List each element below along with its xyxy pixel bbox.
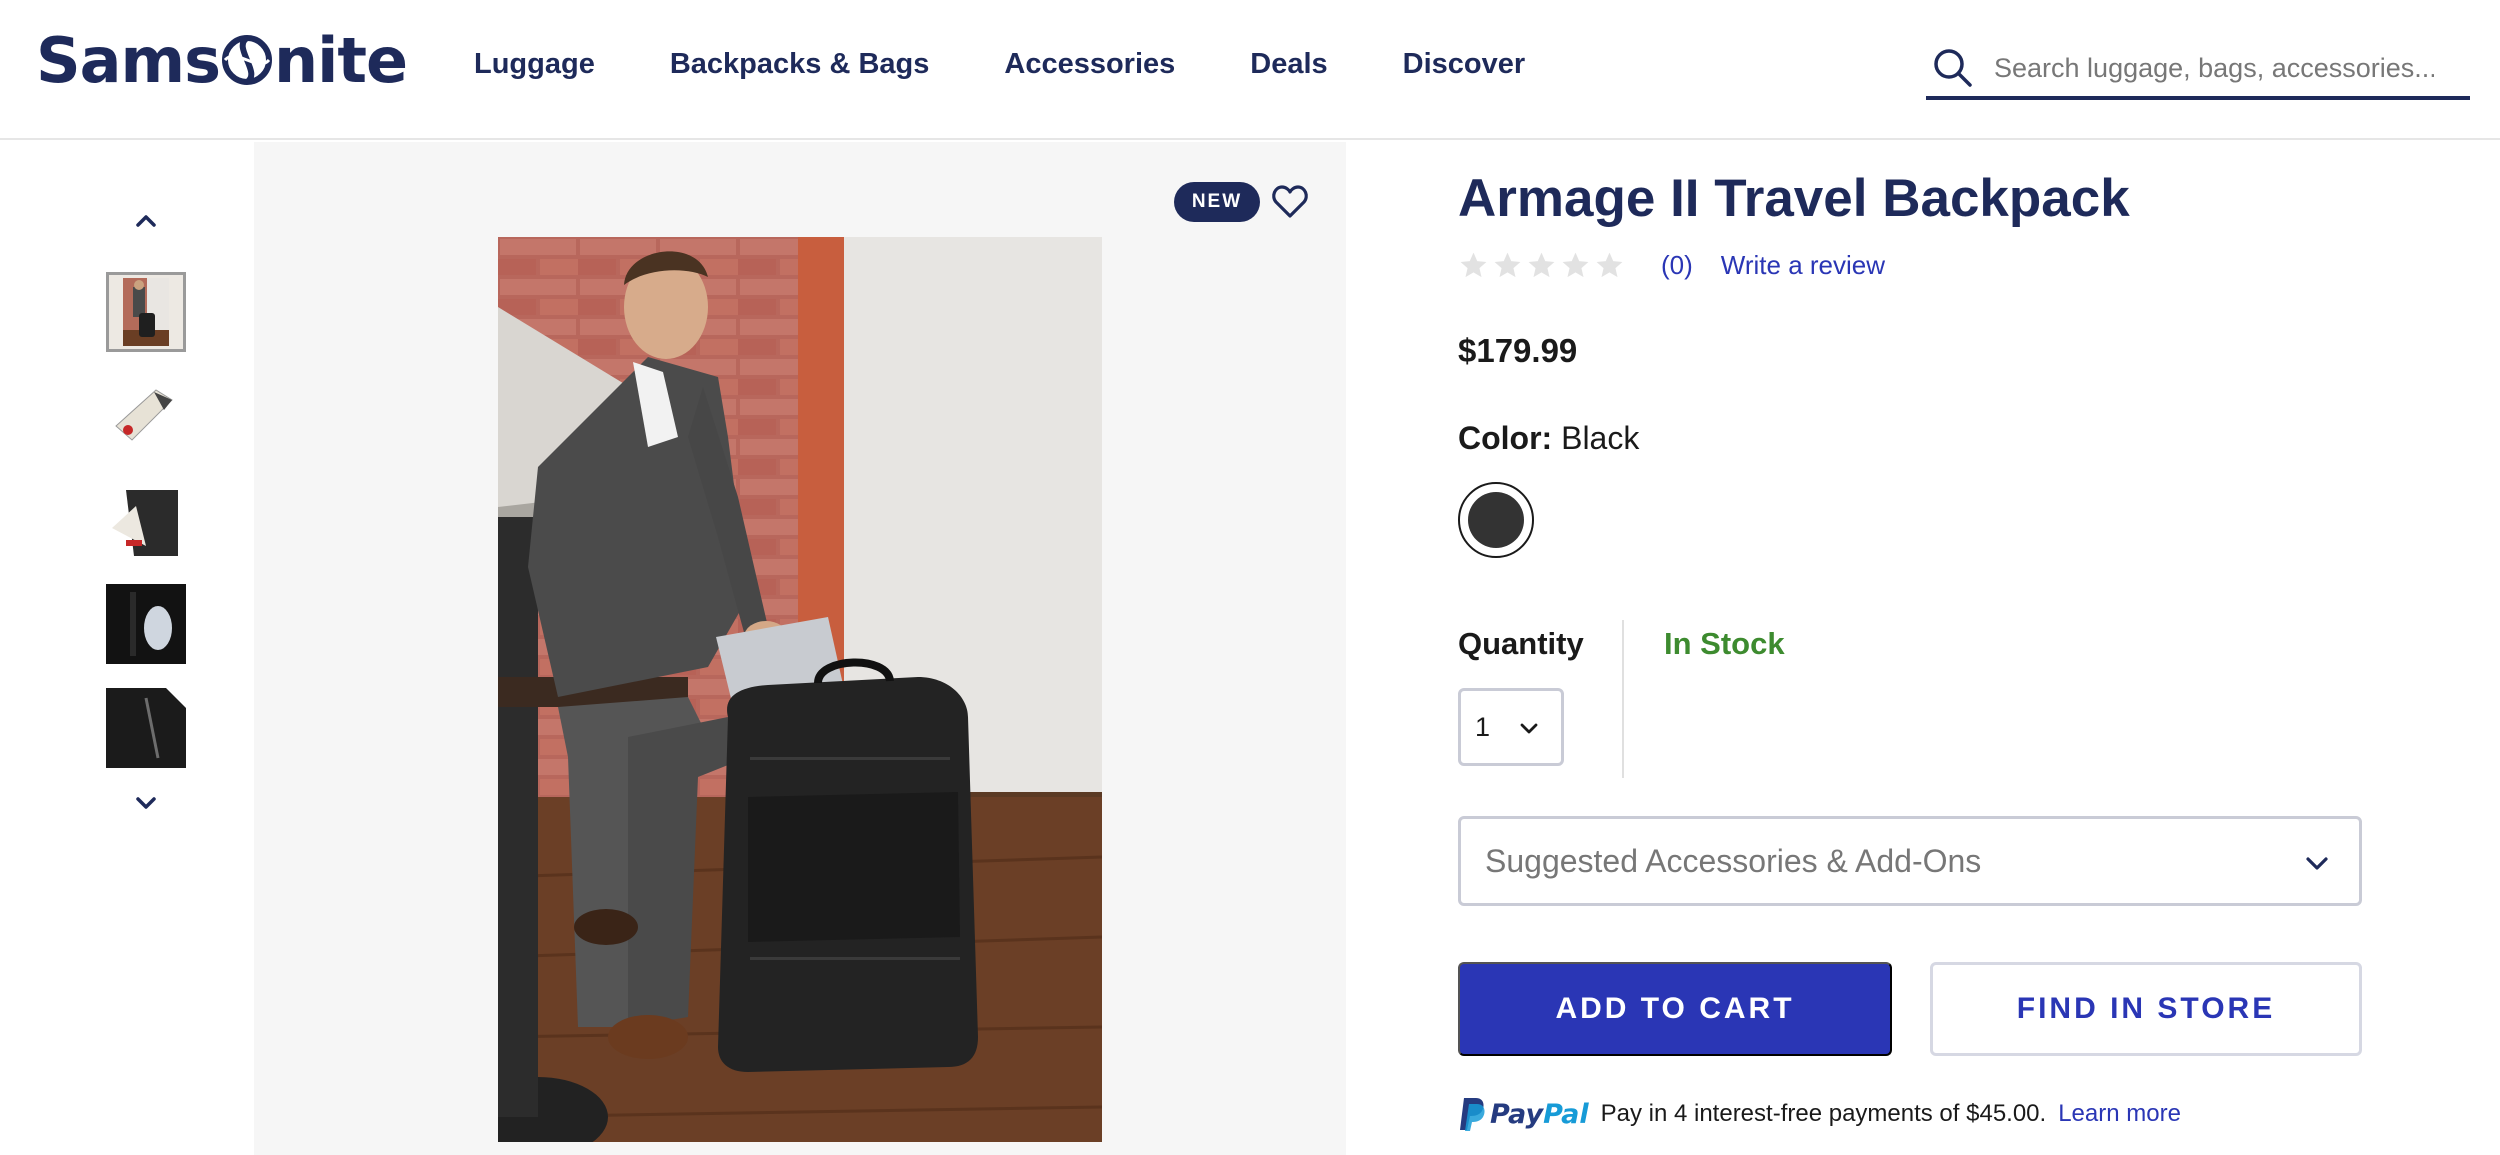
star-icon [1494,252,1521,278]
color-value: Black [1561,420,1640,456]
write-review-link[interactable]: Write a review [1721,250,1885,281]
quantity-select[interactable]: 1 [1458,688,1564,766]
thumbnail-rail [96,200,196,824]
nav-item-backpacks-bags[interactable]: Backpacks & Bags [670,48,930,81]
rating-stars [1458,250,1625,281]
main-nav: Luggage Backpacks & Bags Accessories Dea… [474,48,1600,81]
find-in-store-button[interactable]: FIND IN STORE [1930,962,2362,1056]
nav-item-luggage[interactable]: Luggage [474,48,595,81]
paypal-message: Pay in 4 interest-free payments of $45.0… [1600,1100,2047,1127]
quantity-divider [1622,620,1624,778]
product-price: $179.99 [1458,332,1578,369]
add-to-cart-button[interactable]: ADD TO CART [1458,962,1892,1056]
chevron-down-icon[interactable] [126,784,166,824]
stock-status: In Stock [1664,626,1785,661]
thumbnail-5[interactable] [106,688,186,768]
paypal-icon [1460,1098,1485,1131]
thumbnail-4[interactable] [106,584,186,664]
accessories-dropdown[interactable]: Suggested Accessories & Add-Ons [1458,816,2362,906]
search-icon[interactable] [1932,47,1974,89]
thumbnail-3[interactable] [106,480,186,560]
new-badge: NEW [1174,182,1260,222]
heart-icon[interactable] [1270,182,1310,222]
review-count-link[interactable]: (0) [1661,250,1693,281]
site-header: Sams nite Luggage Backpacks & Bags Acces… [0,0,2500,140]
star-icon [1528,252,1555,278]
product-title: Armage II Travel Backpack [1458,169,2130,228]
rating-row: (0) Write a review [1458,250,1885,281]
product-image-panel: NEW [254,142,1346,1155]
nav-item-discover[interactable]: Discover [1403,48,1526,81]
quantity-label: Quantity [1458,626,1584,661]
thumbnail-1[interactable] [106,272,186,352]
star-icon [1460,252,1487,278]
star-icon [1562,252,1589,278]
chevron-down-icon [2306,857,2328,870]
chevron-down-icon [1520,723,1538,734]
search-input[interactable] [1994,52,2434,84]
samsonite-swirl-icon [222,35,272,85]
nav-item-deals[interactable]: Deals [1250,48,1327,81]
samsonite-logo[interactable]: Sams nite [36,24,408,97]
paypal-installments: PayPal Pay in 4 interest-free payments o… [1458,1096,2181,1132]
star-icon [1596,252,1623,278]
color-label: Color: [1458,420,1553,456]
swatch-fill [1468,492,1524,548]
color-swatch-black[interactable] [1458,482,1534,558]
search-bar [1926,40,2470,100]
chevron-up-icon[interactable] [126,200,166,240]
thumbnail-2[interactable] [106,376,186,456]
quantity-value: 1 [1475,711,1491,742]
nav-item-accessories[interactable]: Accessories [1004,48,1175,81]
main-product-photo[interactable] [498,237,1102,1142]
paypal-logo: PayPal [1458,1096,1589,1132]
accessories-label: Suggested Accessories & Add-Ons [1485,842,1982,879]
learn-more-link[interactable]: Learn more [2058,1100,2181,1128]
color-label-row: Color: Black [1458,420,1639,457]
